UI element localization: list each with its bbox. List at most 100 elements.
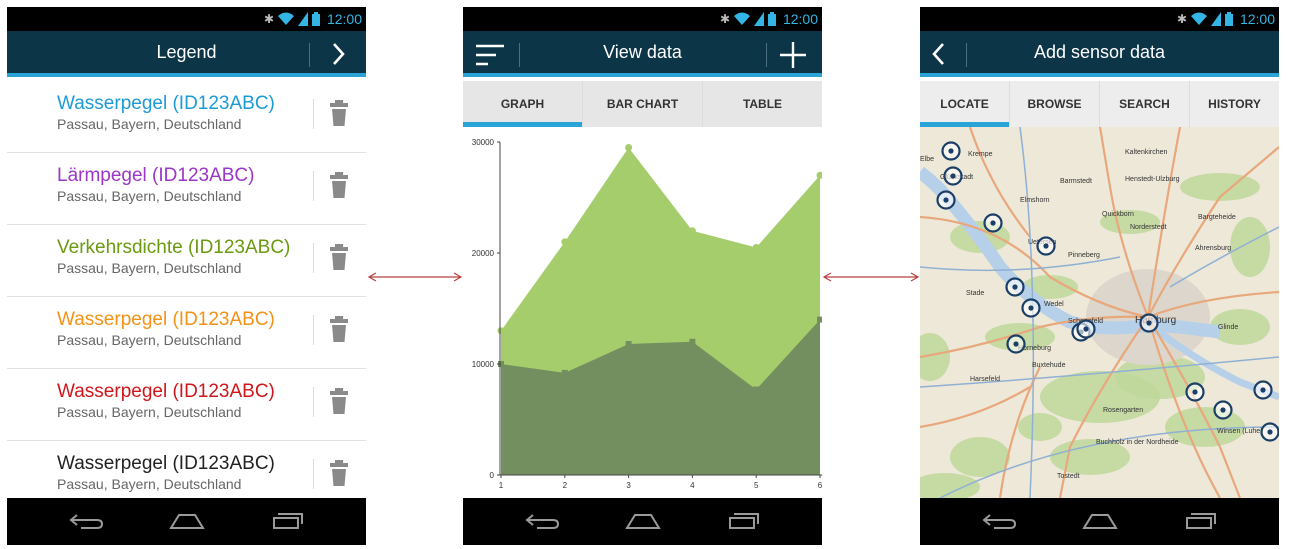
action-bar: Add sensor data bbox=[920, 31, 1279, 77]
trash-icon[interactable] bbox=[329, 315, 349, 343]
divider bbox=[313, 99, 314, 129]
series-1-point bbox=[752, 243, 760, 251]
sensor-marker[interactable] bbox=[941, 141, 961, 161]
legend-item-name: Wasserpegel (ID123ABC) bbox=[57, 453, 275, 474]
map-view[interactable]: ElbeKrempeGlückstadtKaltenkirchenHensted… bbox=[920, 127, 1279, 498]
divider bbox=[313, 315, 314, 345]
bluetooth-icon: ✱ bbox=[264, 12, 275, 26]
legend-item[interactable]: Wasserpegel (ID123ABC) Passau, Bayern, De… bbox=[7, 369, 366, 441]
map-road bbox=[920, 386, 1031, 429]
y-tick-label: 20000 bbox=[472, 249, 495, 258]
tab-graph[interactable]: GRAPH bbox=[463, 81, 583, 127]
action-bar: Legend bbox=[7, 31, 366, 77]
trash-icon[interactable] bbox=[329, 459, 349, 487]
sensor-marker[interactable] bbox=[1006, 334, 1026, 354]
home-icon[interactable] bbox=[624, 512, 662, 530]
series-1-point bbox=[688, 227, 696, 235]
sensor-marker[interactable] bbox=[1185, 382, 1205, 402]
legend-item[interactable]: Wasserpegel (ID123ABC) Passau, Bayern, De… bbox=[7, 297, 366, 369]
recent-apps-icon[interactable] bbox=[725, 512, 763, 530]
signal-icon bbox=[754, 12, 764, 26]
map-label: Bargteheide bbox=[1198, 214, 1236, 221]
map-label: Pinneberg bbox=[1068, 252, 1100, 259]
map-park bbox=[1040, 371, 1160, 423]
battery-icon bbox=[312, 12, 320, 26]
recent-apps-icon[interactable] bbox=[269, 512, 307, 530]
sensor-marker[interactable] bbox=[1005, 277, 1025, 297]
map-park bbox=[920, 473, 980, 498]
sensor-marker[interactable] bbox=[1021, 298, 1041, 318]
sensor-marker[interactable] bbox=[1076, 319, 1096, 339]
tab-bar-chart[interactable]: BAR CHART bbox=[583, 81, 703, 127]
page-title: Add sensor data bbox=[1033, 42, 1166, 62]
sensor-marker[interactable] bbox=[1036, 236, 1056, 256]
map-label: Wedel bbox=[1044, 301, 1064, 308]
trash-icon[interactable] bbox=[329, 243, 349, 271]
legend-item-location: Passau, Bayern, Deutschland bbox=[57, 116, 242, 132]
series-2-point bbox=[625, 341, 632, 348]
legend-item-name: Lärmpegel (ID123ABC) bbox=[57, 165, 255, 186]
sensor-marker[interactable] bbox=[1260, 422, 1279, 442]
tab-history[interactable]: HISTORY bbox=[1190, 81, 1279, 127]
legend-item-name: Wasserpegel (ID123ABC) bbox=[57, 381, 275, 402]
y-tick-label: 10000 bbox=[472, 360, 495, 369]
tab-browse[interactable]: BROWSE bbox=[1010, 81, 1100, 127]
tab-locate[interactable]: LOCATE bbox=[920, 81, 1010, 127]
sensor-marker[interactable] bbox=[1253, 380, 1273, 400]
trash-icon[interactable] bbox=[329, 387, 349, 415]
chevron-right-icon[interactable] bbox=[329, 42, 347, 66]
trash-icon[interactable] bbox=[329, 171, 349, 199]
sensor-marker[interactable] bbox=[936, 190, 956, 210]
back-icon[interactable] bbox=[67, 512, 105, 530]
map-label: Glinde bbox=[1218, 324, 1238, 331]
tab-bar: GRAPH BAR CHART TABLE bbox=[463, 81, 822, 127]
double-arrow-icon bbox=[368, 272, 462, 282]
status-bar: ✱ 12:00 bbox=[920, 7, 1279, 31]
tab-table[interactable]: TABLE bbox=[703, 81, 822, 127]
nav-bar bbox=[7, 498, 366, 545]
trash-icon[interactable] bbox=[329, 99, 349, 127]
x-tick-label: 4 bbox=[690, 481, 695, 490]
bluetooth-icon: ✱ bbox=[720, 12, 731, 26]
legend-item[interactable]: Verkehrsdichte (ID123ABC) Passau, Bayern,… bbox=[7, 225, 366, 297]
series-2-point bbox=[689, 338, 696, 345]
back-icon[interactable] bbox=[523, 512, 561, 530]
double-arrow-icon bbox=[823, 272, 919, 282]
x-tick-label: 1 bbox=[499, 481, 504, 490]
wifi-icon bbox=[734, 12, 750, 25]
map-label: Krempe bbox=[968, 151, 993, 158]
series-2-point bbox=[753, 386, 760, 393]
map-label: Rosengarten bbox=[1103, 407, 1143, 414]
legend-item-location: Passau, Bayern, Deutschland bbox=[57, 404, 242, 420]
map-label: Norderstedt bbox=[1130, 224, 1167, 231]
legend-item-name: Wasserpegel (ID123ABC) bbox=[57, 309, 275, 330]
back-icon[interactable] bbox=[980, 512, 1018, 530]
recent-apps-icon[interactable] bbox=[1182, 512, 1220, 530]
view-data-screen: ✱ 12:00 View data GRAPH BAR CHART TABLE … bbox=[463, 7, 822, 545]
sensor-marker[interactable] bbox=[1213, 400, 1233, 420]
sensor-marker[interactable] bbox=[1139, 313, 1159, 333]
bluetooth-icon: ✱ bbox=[1177, 12, 1188, 26]
home-icon[interactable] bbox=[168, 512, 206, 530]
series-1-point bbox=[816, 171, 822, 179]
tab-search[interactable]: SEARCH bbox=[1100, 81, 1190, 127]
add-icon[interactable] bbox=[779, 41, 807, 69]
legend-item[interactable]: Wasserpegel (ID123ABC) Passau, Bayern, De… bbox=[7, 81, 366, 153]
signal-icon bbox=[1211, 12, 1221, 26]
home-icon[interactable] bbox=[1081, 512, 1119, 530]
x-tick-label: 6 bbox=[818, 481, 822, 490]
nav-bar bbox=[920, 498, 1279, 545]
series-2-point bbox=[561, 369, 568, 376]
sensor-marker[interactable] bbox=[983, 213, 1003, 233]
status-bar: ✱ 12:00 bbox=[7, 7, 366, 31]
map-label: Henstedt-Ulzburg bbox=[1125, 176, 1180, 183]
map-label: Elbe bbox=[920, 156, 934, 163]
divider bbox=[313, 459, 314, 489]
legend-item-location: Passau, Bayern, Deutschland bbox=[57, 476, 242, 492]
page-title: Legend bbox=[156, 42, 217, 62]
wifi-icon bbox=[1191, 12, 1207, 25]
y-tick-label: 0 bbox=[490, 471, 495, 480]
legend-item[interactable]: Lärmpegel (ID123ABC) Passau, Bayern, Deut… bbox=[7, 153, 366, 225]
sensor-marker[interactable] bbox=[943, 166, 963, 186]
divider bbox=[766, 43, 767, 67]
